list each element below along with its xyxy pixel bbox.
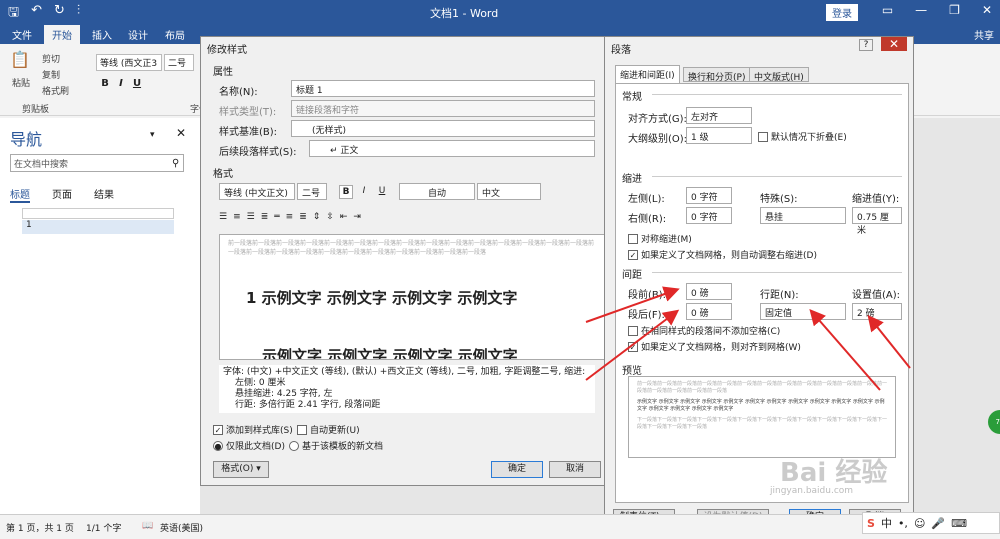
status-bar: 第 1 页，共 1 页 1/1 个字 📖 英语(美国) (0, 514, 1000, 539)
keyboard-icon[interactable]: ⌨ (951, 517, 967, 530)
chinese-mode-icon[interactable]: 中 (881, 515, 892, 531)
arrow-to-after (585, 309, 680, 381)
baidu-watermark-url: jingyan.baidu.com (770, 486, 854, 496)
punctuation-icon[interactable]: •, (898, 517, 908, 530)
sogou-icon[interactable]: S (867, 517, 875, 530)
arrow-to-before (585, 286, 680, 323)
ime-toolbar: S 中 •, ☺ 🎤 ⌨ (862, 512, 1000, 534)
language-indicator[interactable]: 英语(美国) (160, 521, 203, 534)
emoji-icon[interactable]: ☺ (914, 517, 925, 530)
arrow-to-line-spacing (809, 308, 881, 391)
proofing-icon[interactable]: 📖 (142, 521, 153, 531)
page-count[interactable]: 第 1 页，共 1 页 (6, 521, 74, 534)
baidu-watermark: Bai 经验 (780, 458, 888, 488)
word-count[interactable]: 1/1 个字 (86, 521, 121, 534)
arrow-to-at (867, 314, 911, 369)
mic-icon[interactable]: 🎤 (931, 517, 945, 530)
